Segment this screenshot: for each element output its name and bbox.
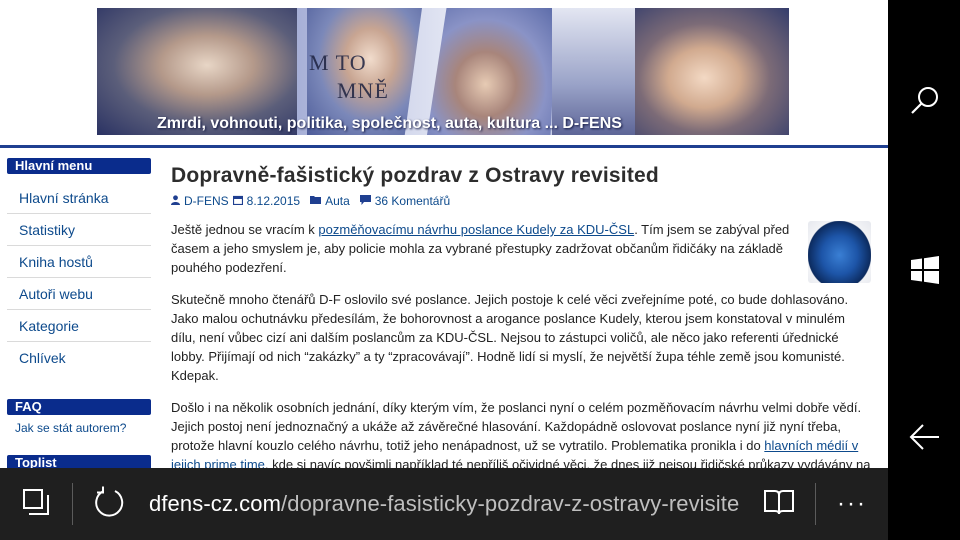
faq-heading: FAQ xyxy=(7,399,151,415)
faq-link[interactable]: Jak se stát autorem? xyxy=(7,415,151,435)
article: Dopravně-fašistický pozdrav z Ostravy re… xyxy=(171,164,871,468)
article-date: 8.12.2015 xyxy=(246,194,301,208)
article-thumbnail-car[interactable] xyxy=(808,221,871,283)
article-paragraph: Ještě jednou se vracím k pozměňovacímu n… xyxy=(171,220,871,283)
main-menu: Hlavní stránka Statistiky Kniha hostů Au… xyxy=(7,182,151,374)
refresh-button[interactable] xyxy=(73,468,145,540)
article-meta: D-FENS 8.12.2015 Auta 36 Komentářů xyxy=(171,194,871,208)
link-amendment[interactable]: pozměňovacímu návrhu poslance Kudely za … xyxy=(318,222,634,237)
calendar-icon xyxy=(232,195,243,208)
banner-logo-text: MNĚ xyxy=(337,78,389,103)
windows-icon[interactable] xyxy=(909,254,941,286)
article-body: Ještě jednou se vracím k pozměňovacímu n… xyxy=(171,220,871,468)
url-field[interactable]: dfens-cz.com/dopravne-fasisticky-pozdrav… xyxy=(145,491,743,517)
article-category[interactable]: Auta xyxy=(325,194,350,208)
article-author[interactable]: D-FENS xyxy=(184,194,229,208)
sidebar-item-statistics[interactable]: Statistiky xyxy=(7,214,151,246)
article-paragraph: Skutečně mnoho čtenářů D-F oslovilo své … xyxy=(171,292,849,383)
main-menu-heading: Hlavní menu xyxy=(7,158,151,174)
tabs-button[interactable] xyxy=(0,468,72,540)
user-icon xyxy=(171,194,180,208)
comment-icon xyxy=(359,194,371,208)
folder-icon xyxy=(310,195,322,207)
tabs-icon xyxy=(22,488,50,521)
site-banner[interactable]: M TO MNĚ Zmrdi, vohnouti, politika, spol… xyxy=(97,8,789,135)
header-divider xyxy=(0,145,888,148)
sidebar-item-chlivek[interactable]: Chlívek xyxy=(7,342,151,374)
banner-tagline: Zmrdi, vohnouti, politika, společnost, a… xyxy=(157,115,622,132)
sidebar-item-authors[interactable]: Autoři webu xyxy=(7,278,151,310)
more-icon: ··· xyxy=(837,490,867,517)
article-paragraph: Došlo i na několik osobních jednání, dík… xyxy=(171,398,871,468)
url-domain: dfens-cz.com xyxy=(149,491,282,516)
browser-address-bar: dfens-cz.com/dopravne-fasisticky-pozdrav… xyxy=(0,468,888,540)
system-navigation-bar xyxy=(888,0,960,540)
sidebar-item-categories[interactable]: Kategorie xyxy=(7,310,151,342)
web-page-viewport[interactable]: M TO MNĚ Zmrdi, vohnouti, politika, spol… xyxy=(0,0,888,468)
reading-view-button[interactable] xyxy=(743,468,815,540)
banner-photo xyxy=(635,8,789,135)
sidebar: Hlavní menu Hlavní stránka Statistiky Kn… xyxy=(7,158,151,468)
reading-view-icon xyxy=(764,489,794,520)
article-comments[interactable]: 36 Komentářů xyxy=(375,194,450,208)
search-icon[interactable] xyxy=(909,85,941,117)
more-button[interactable]: ··· xyxy=(816,468,888,540)
back-arrow-icon[interactable] xyxy=(909,421,941,453)
toplist-heading: Toplist xyxy=(7,455,151,468)
banner-logo-text: M TO xyxy=(309,50,367,75)
sidebar-item-guestbook[interactable]: Kniha hostů xyxy=(7,246,151,278)
url-path: /dopravne-fasisticky-pozdrav-z-ostravy-r… xyxy=(281,491,740,516)
sidebar-item-home[interactable]: Hlavní stránka xyxy=(7,182,151,214)
refresh-icon xyxy=(93,486,125,523)
article-title[interactable]: Dopravně-fašistický pozdrav z Ostravy re… xyxy=(171,164,871,188)
